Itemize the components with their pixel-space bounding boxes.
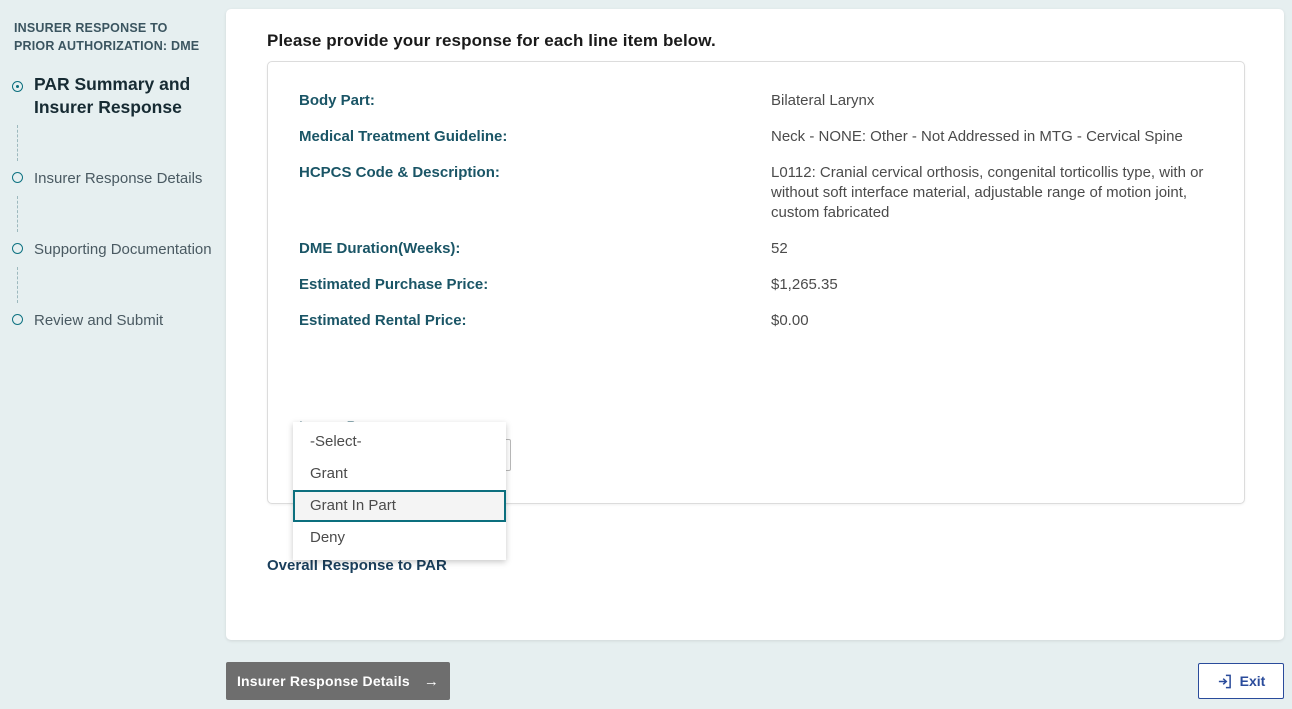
insurer-response-details-button[interactable]: Insurer Response Details → [226,662,450,700]
sidebar-item-par-summary[interactable]: PAR Summary and Insurer Response [12,73,214,119]
sidebar-item-label: Review and Submit [34,312,164,329]
sidebar-title: INSURER RESPONSE TO PRIOR AUTHORIZATION:… [14,21,200,53]
step-marker-icon [12,172,23,183]
field-row-estimated-purchase-price: Estimated Purchase Price: $1,265.35 [299,275,1215,295]
next-button-label: Insurer Response Details [236,673,410,689]
field-value: 52 [771,240,788,257]
sidebar-item-label: PAR Summary and Insurer Response [34,74,191,117]
field-label: Medical Treatment Guideline: [299,128,508,145]
exit-icon [1217,674,1232,689]
step-connector-3 [17,267,18,303]
field-row-medical-treatment-guideline: Medical Treatment Guideline: Neck - NONE… [299,127,1215,147]
field-label: Estimated Purchase Price: [299,276,489,293]
exit-button-label: Exit [1239,673,1266,689]
field-label: Body Part: [299,92,375,109]
dropdown-option-deny[interactable]: Deny [293,522,506,554]
sidebar-item-label: Supporting Documentation [34,241,212,258]
field-value: $0.00 [771,312,809,329]
dropdown-option-grant-in-part[interactable]: Grant In Part [293,490,506,522]
step-connector-2 [17,196,18,232]
field-row-hcpcs-code: HCPCS Code & Description: L0112: Cranial… [299,163,1215,223]
step-connector-1 [17,125,18,161]
field-label: DME Duration(Weeks): [299,240,461,257]
sidebar: INSURER RESPONSE TO PRIOR AUTHORIZATION:… [0,0,226,709]
dropdown-option-select[interactable]: -Select- [293,426,506,458]
field-value: Neck - NONE: Other - Not Addressed in MT… [771,128,1183,145]
step-marker-active-icon [12,81,23,92]
sidebar-item-label: Insurer Response Details [34,170,203,187]
field-value: $1,265.35 [771,276,838,293]
step-marker-icon [12,314,23,325]
field-label: Estimated Rental Price: [299,312,467,329]
page-title: Please provide your response for each li… [267,31,716,50]
field-value: L0112: Cranial cervical orthosis, congen… [771,164,1204,221]
arrow-right-icon: → [423,672,440,690]
field-label: HCPCS Code & Description: [299,164,500,181]
sidebar-step-list: PAR Summary and Insurer Response Insurer… [12,73,214,332]
insurer-response-dropdown-list[interactable]: -Select- Grant Grant In Part Deny [293,422,506,560]
field-row-body-part: Body Part: Bilateral Larynx [299,91,1215,111]
application-root: INSURER RESPONSE TO PRIOR AUTHORIZATION:… [0,0,1292,709]
field-row-estimated-rental-price: Estimated Rental Price: $0.00 [299,311,1215,331]
sidebar-item-supporting-documentation[interactable]: Supporting Documentation [12,238,214,261]
sidebar-item-insurer-response-details[interactable]: Insurer Response Details [12,167,214,190]
exit-button[interactable]: Exit [1198,663,1284,699]
step-marker-icon [12,243,23,254]
field-row-dme-duration: DME Duration(Weeks): 52 [299,239,1215,259]
sidebar-item-review-and-submit[interactable]: Review and Submit [12,309,214,332]
field-value: Bilateral Larynx [771,92,875,109]
dropdown-option-grant[interactable]: Grant [293,458,506,490]
